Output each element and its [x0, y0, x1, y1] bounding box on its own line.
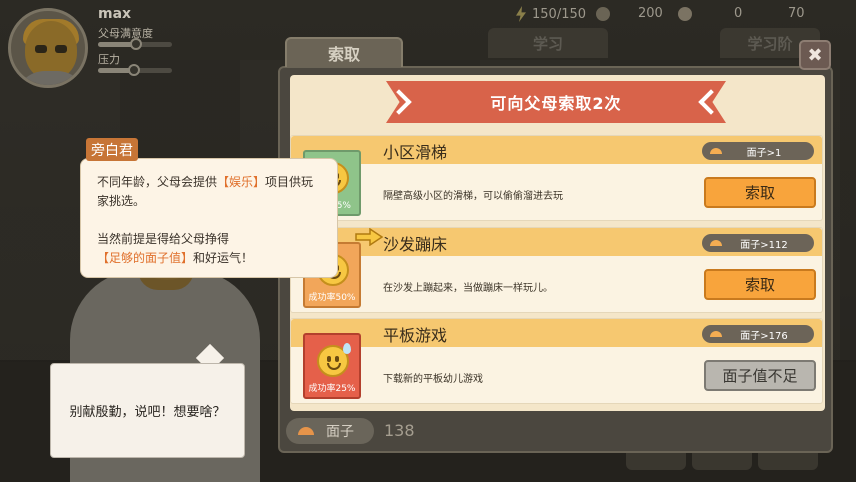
parent-satisfaction-bar — [98, 38, 172, 50]
face-icon — [710, 240, 722, 246]
tab-request[interactable]: 索取 — [285, 37, 403, 67]
face-icon — [130, 38, 142, 50]
face-requirement-badge: 面子>112 — [702, 234, 814, 252]
narrator-bubble[interactable]: 不同年龄，父母会提供【娱乐】项目供玩家挑选。 当然前提是得给父母挣得【足够的面子… — [80, 158, 338, 278]
face-counter: 面子 — [286, 418, 374, 444]
money-value: 200 — [638, 6, 663, 21]
narrator-tag: 旁白君 — [86, 138, 138, 161]
dialog-text: 别献殷勤，说吧！想要啥？ — [69, 405, 226, 420]
energy-counter: 150/150 — [516, 6, 586, 22]
item-name: 小区滑梯 — [383, 143, 448, 162]
item-description: 下载新的平板幼儿游戏 — [383, 374, 483, 385]
face-icon — [710, 148, 722, 154]
item-description: 在沙发上蹦起来，当做蹦床一样玩儿。 — [383, 283, 553, 294]
money-counter: 200 — [596, 6, 663, 21]
coin-counter: 0 — [678, 6, 742, 21]
narrator-text: 不同年龄，父母会提供 — [97, 175, 218, 189]
face-value: 138 — [384, 421, 415, 440]
coin-icon — [678, 6, 692, 21]
request-button[interactable]: 索取 — [704, 269, 816, 300]
face-icon — [128, 64, 140, 76]
success-rate: 成功率50% — [308, 293, 356, 303]
face-label: 面子 — [326, 424, 354, 440]
pressure-bar — [98, 64, 172, 76]
item-card-tablet-game: 成功率25% 平板游戏 面子>176 下载新的平板幼儿游戏 面子值不足 — [290, 318, 823, 404]
money-bag-icon — [596, 6, 610, 21]
parent-dialog-box[interactable]: 别献殷勤，说吧！想要啥？ — [50, 363, 245, 458]
coin-value: 0 — [734, 6, 743, 21]
item-thumbnail: 成功率25% — [303, 333, 361, 399]
request-count-banner: 可向父母索取2次 — [386, 81, 726, 123]
energy-value: 150/150 — [532, 6, 587, 22]
request-button[interactable]: 索取 — [704, 177, 816, 208]
pressure-label: 压力 — [98, 53, 120, 66]
insufficient-face-button[interactable]: 面子值不足 — [704, 360, 816, 391]
face-requirement-badge: 面子>176 — [702, 325, 814, 343]
face-requirement-text: 面子>176 — [740, 330, 788, 342]
narrator-text: 和好运气！ — [193, 251, 254, 265]
pressure-fill — [98, 68, 132, 73]
card-value: 70 — [788, 6, 805, 21]
item-card-slide: 功率75% 小区滑梯 面子>1 隔壁高级小区的滑梯，可以偷偷溜进去玩 索取 — [290, 135, 823, 221]
item-name: 平板游戏 — [383, 326, 448, 345]
player-name: max — [98, 6, 132, 22]
face-icon — [298, 427, 314, 435]
narrator-highlight: 【足够的面子值】 — [97, 251, 194, 265]
narrator-highlight: 【娱乐】 — [217, 175, 266, 189]
player-avatar[interactable] — [8, 8, 88, 88]
avatar-eye — [55, 45, 67, 53]
card-counter: 70 — [760, 6, 805, 21]
close-icon[interactable]: ✖ — [799, 40, 831, 70]
success-rate: 成功率25% — [308, 384, 356, 394]
tab-study[interactable]: 学习 — [488, 28, 608, 58]
sweat-drop-icon — [343, 343, 351, 354]
item-description: 隔壁高级小区的滑梯，可以偷偷溜进去玩 — [383, 191, 563, 202]
parent-satisfaction-label: 父母满意度 — [98, 27, 153, 40]
item-name: 沙发蹦床 — [383, 235, 448, 254]
pointer-arrow-icon — [355, 228, 383, 246]
narrator-text: 当然前提是得给父母挣得 — [97, 232, 230, 246]
face-requirement-badge: 面子>1 — [702, 142, 814, 160]
avatar-eye — [35, 45, 47, 53]
face-requirement-text: 面子>1 — [746, 147, 782, 159]
face-icon — [710, 331, 722, 337]
bolt-icon — [516, 6, 526, 22]
banner-title: 可向父母索取2次 — [490, 94, 622, 113]
face-requirement-text: 面子>112 — [740, 239, 788, 251]
